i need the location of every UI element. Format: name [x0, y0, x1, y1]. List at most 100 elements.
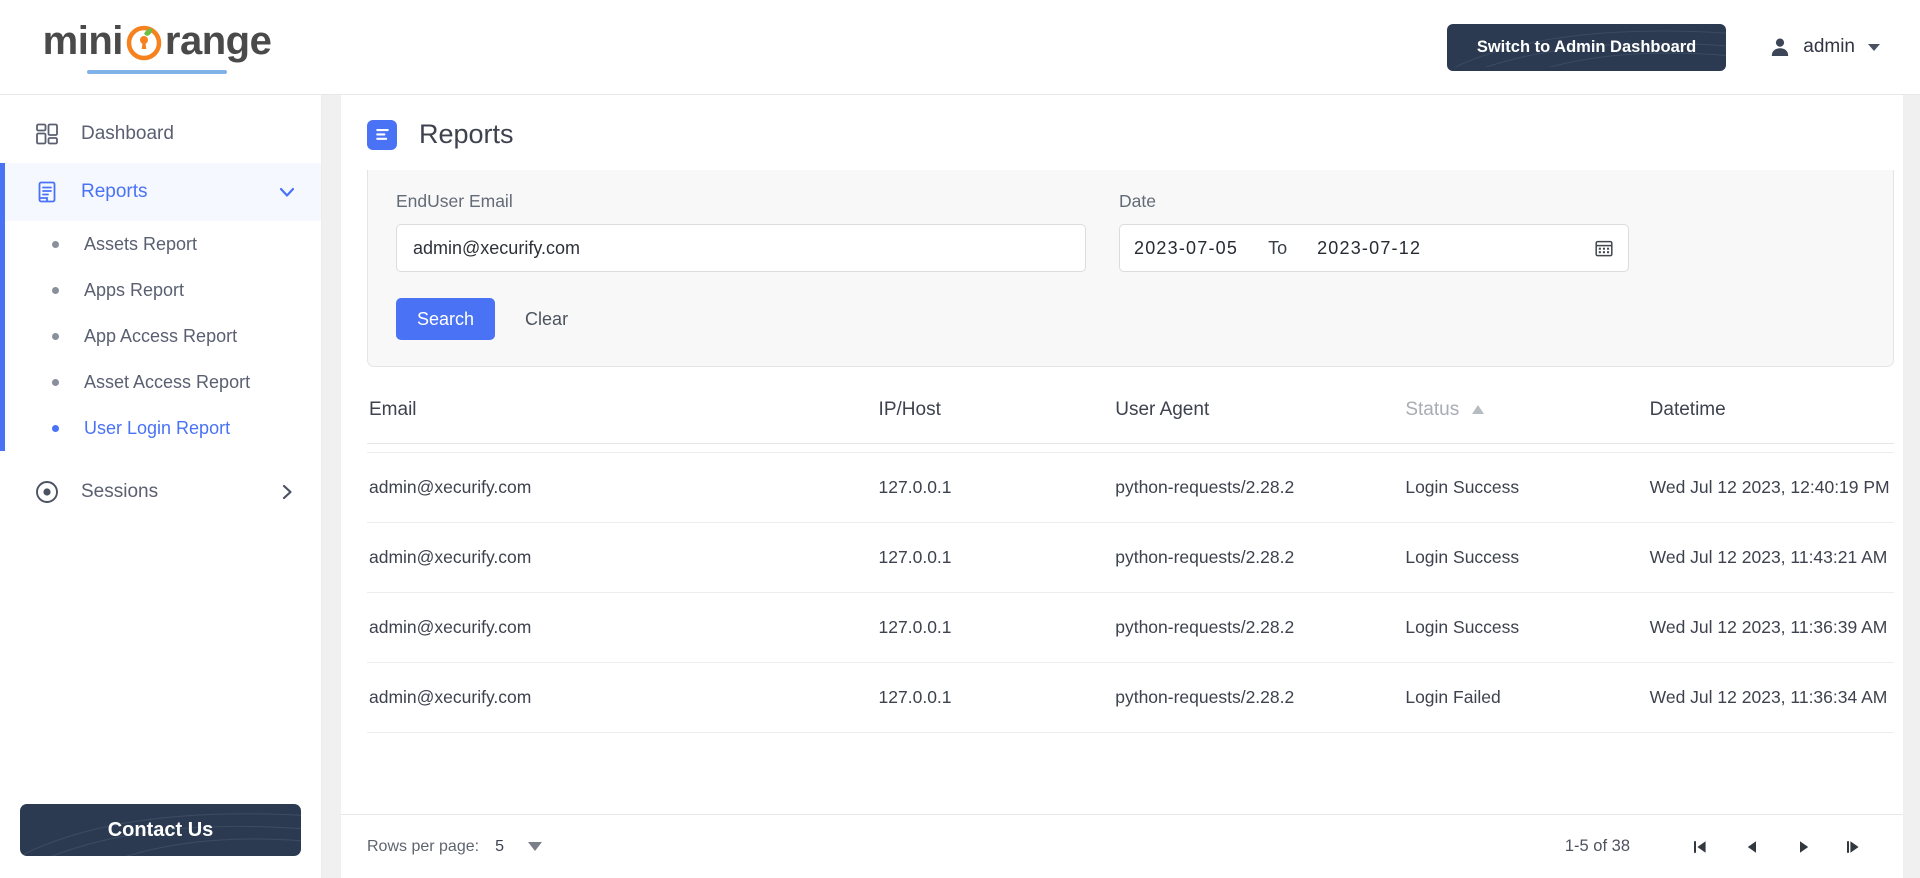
column-header-datetime-label: Datetime — [1649, 399, 1726, 420]
report-page-icon — [367, 119, 397, 150]
page-title: Reports — [419, 119, 514, 149]
table-pagination: Rows per page: 5 1-5 of 38 — [341, 814, 1920, 878]
column-header-email[interactable]: Email — [367, 389, 879, 444]
sidebar-nav: Dashboard Reports Assets Report Apps Rep… — [0, 95, 321, 521]
table-row[interactable]: admin@xecurify.com 127.0.0.1 python-requ… — [367, 522, 1894, 593]
sidebar-item-reports[interactable]: Reports — [0, 163, 321, 221]
cell-user-agent — [1115, 443, 1406, 453]
column-header-user-agent-label: User Agent — [1115, 399, 1210, 420]
user-login-report-table: Email IP/Host User Agent Status Datetime… — [367, 389, 1894, 733]
enduser-email-input[interactable] — [396, 224, 1086, 272]
date-to-value: 2023-07-12 — [1317, 237, 1422, 258]
main-content: Reports EndUser Email Date 2023-07-05 — [322, 95, 1920, 878]
table-row[interactable]: admin@xecurify.com 127.0.0.1 python-requ… — [367, 592, 1894, 663]
sidebar-footer: Contact Us — [0, 804, 321, 878]
date-separator-label: To — [1268, 237, 1288, 258]
rows-per-page-control[interactable]: Rows per page: 5 — [367, 838, 542, 856]
sidebar-item-apps-report[interactable]: Apps Report — [0, 267, 321, 313]
filter-row: EndUser Email Date 2023-07-05 To 2023-07… — [396, 191, 1865, 272]
sidebar-item-reports-label: Reports — [81, 181, 148, 202]
dashboard-grid-icon — [34, 121, 60, 147]
cell-ip: 127.0.0.1 — [878, 662, 1116, 733]
logo-text-mini: mini — [42, 18, 124, 63]
first-page-button[interactable] — [1674, 825, 1726, 869]
switch-to-admin-dashboard-button[interactable]: Switch to Admin Dashboard — [1446, 23, 1727, 71]
user-avatar-icon — [1772, 38, 1789, 56]
table-row[interactable]: admin@xecurify.com 127.0.0.1 python-requ… — [367, 662, 1894, 733]
table-row-clipped[interactable] — [367, 443, 1894, 453]
bullet-dot-icon — [52, 286, 59, 294]
clear-button[interactable]: Clear — [503, 298, 590, 340]
chevron-down-icon[interactable] — [1868, 43, 1880, 51]
cell-email: admin@xecurify.com — [367, 592, 879, 663]
cell-status: Login Success — [1405, 592, 1650, 663]
page-scrollbar-track[interactable] — [1903, 95, 1920, 878]
logo-text-range: range — [164, 18, 272, 63]
cell-datetime: Wed Jul 12 2023, 12:40:19 PM — [1649, 452, 1894, 523]
sidebar-item-dashboard-label: Dashboard — [81, 123, 174, 144]
chevron-down-icon[interactable] — [527, 842, 542, 851]
cell-status: Login Failed — [1405, 662, 1650, 733]
date-label: Date — [1119, 191, 1156, 211]
date-from-value: 2023-07-05 — [1134, 237, 1239, 258]
next-page-button[interactable] — [1778, 825, 1830, 869]
target-circle-icon — [34, 479, 60, 505]
cell-datetime: Wed Jul 12 2023, 11:43:21 AM — [1649, 522, 1894, 593]
scroll-area: EndUser Email Date 2023-07-05 To 2023-07… — [341, 170, 1920, 814]
rows-per-page-value: 5 — [495, 837, 504, 855]
switch-button-label: Switch to Admin Dashboard — [1476, 37, 1697, 56]
column-header-datetime[interactable]: Datetime — [1649, 389, 1894, 444]
sidebar-item-user-login-report[interactable]: User Login Report — [0, 405, 321, 451]
contact-us-label: Contact Us — [107, 818, 214, 841]
sidebar-item-app-access-report[interactable]: App Access Report — [0, 313, 321, 359]
sidebar-item-assets-report-label: Assets Report — [84, 233, 198, 254]
pagination-range-label: 1-5 of 38 — [1564, 837, 1630, 855]
enduser-email-field-group: EndUser Email — [396, 191, 1086, 272]
bullet-dot-icon — [52, 332, 59, 340]
previous-page-button[interactable] — [1726, 825, 1778, 869]
chevron-right-icon[interactable] — [277, 482, 297, 502]
search-button[interactable]: Search — [396, 298, 496, 340]
column-header-user-agent[interactable]: User Agent — [1115, 389, 1406, 444]
sidebar-item-dashboard[interactable]: Dashboard — [0, 105, 321, 163]
pagination-controls: 1-5 of 38 — [1565, 825, 1882, 869]
sidebar-item-sessions-label: Sessions — [81, 481, 159, 502]
last-page-button[interactable] — [1830, 825, 1882, 869]
table-head: Email IP/Host User Agent Status Datetime — [367, 389, 1894, 444]
filter-actions: Search Clear — [396, 298, 1865, 340]
logo-underline — [86, 69, 227, 74]
report-table-wrapper: Email IP/Host User Agent Status Datetime… — [367, 389, 1894, 733]
table-row[interactable]: admin@xecurify.com 127.0.0.1 python-requ… — [367, 452, 1894, 523]
sidebar-item-asset-access-report[interactable]: Asset Access Report — [0, 359, 321, 405]
user-name-label: admin — [1803, 36, 1855, 57]
column-header-status[interactable]: Status — [1405, 389, 1650, 444]
cell-datetime: Wed Jul 12 2023, 11:36:34 AM — [1649, 662, 1894, 733]
date-range-input[interactable]: 2023-07-05 To 2023-07-12 — [1119, 224, 1629, 272]
enduser-email-label: EndUser Email — [396, 191, 513, 211]
cell-user-agent: python-requests/2.28.2 — [1115, 662, 1406, 733]
calendar-icon[interactable] — [1594, 238, 1614, 258]
cell-email: admin@xecurify.com — [367, 522, 879, 593]
previous-page-icon — [1747, 840, 1756, 853]
cell-ip: 127.0.0.1 — [878, 522, 1116, 593]
user-menu[interactable]: admin — [1768, 35, 1880, 59]
chevron-down-icon[interactable] — [277, 182, 297, 202]
column-header-ip-host[interactable]: IP/Host — [878, 389, 1116, 444]
cell-ip — [878, 443, 1116, 453]
logo-orange-icon — [124, 21, 164, 61]
sidebar-item-sessions[interactable]: Sessions — [0, 463, 321, 521]
cell-user-agent: python-requests/2.28.2 — [1115, 452, 1406, 523]
sidebar-item-assets-report[interactable]: Assets Report — [0, 221, 321, 267]
cell-user-agent: python-requests/2.28.2 — [1115, 592, 1406, 663]
cell-ip: 127.0.0.1 — [878, 452, 1116, 523]
column-header-email-label: Email — [369, 399, 417, 420]
content-scrollbar-track[interactable] — [322, 95, 341, 878]
brand-logo[interactable]: mini range — [0, 21, 322, 74]
table-header-row: Email IP/Host User Agent Status Datetime — [367, 389, 1894, 444]
column-header-status-label: Status — [1405, 399, 1460, 420]
body-area: Dashboard Reports Assets Report Apps Rep… — [0, 95, 1920, 878]
next-page-icon — [1800, 840, 1809, 853]
cell-status: Login Success — [1405, 522, 1650, 593]
contact-us-button[interactable]: Contact Us — [20, 804, 301, 856]
sidebar-reports-submenu: Assets Report Apps Report App Access Rep… — [0, 221, 321, 451]
